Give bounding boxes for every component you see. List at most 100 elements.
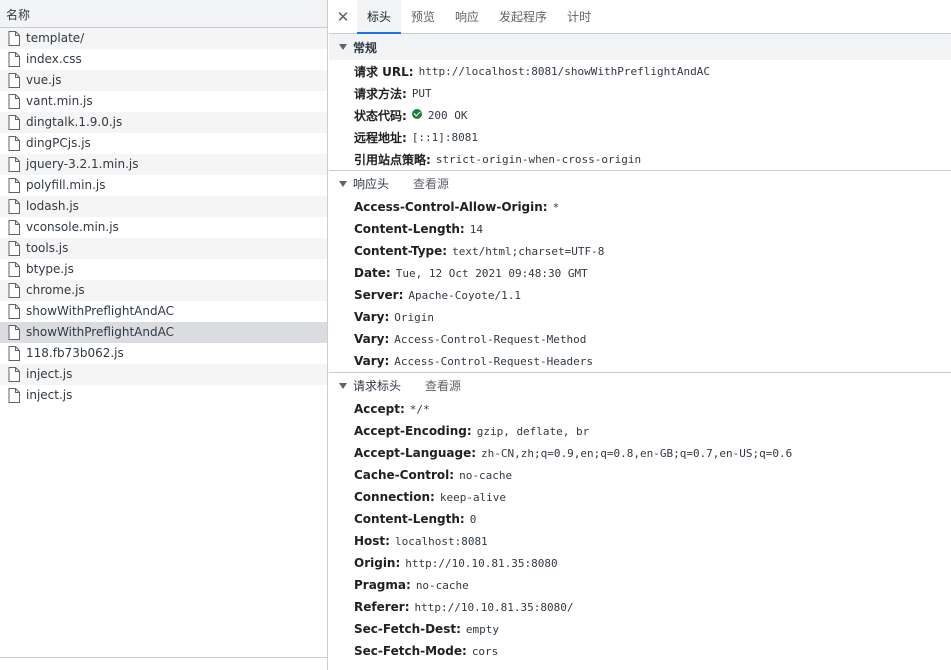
request-name: vue.js	[26, 73, 62, 87]
header-value[interactable]: Tue, 12 Oct 2021 09:48:30 GMT	[396, 267, 588, 280]
header-value[interactable]: [::1]:8081	[412, 131, 478, 144]
request-name: dingtalk.1.9.0.js	[26, 115, 123, 129]
request-row[interactable]: btype.js	[0, 259, 327, 280]
header-value[interactable]: http://10.10.81.35:8080	[405, 557, 557, 570]
request-row[interactable]: jquery-3.2.1.min.js	[0, 154, 327, 175]
response-headers-header[interactable]: 响应头 查看源	[329, 170, 951, 196]
request-list: template/index.css vue.js vant.min.js dingt…	[0, 28, 327, 406]
request-row[interactable]: lodash.js	[0, 196, 327, 217]
header-value[interactable]: Apache-Coyote/1.1	[408, 289, 521, 302]
header-value[interactable]: 200 OK	[428, 109, 468, 122]
header-value[interactable]: 0	[470, 513, 477, 526]
header-value[interactable]: keep-alive	[440, 491, 506, 504]
request-row[interactable]: index.css	[0, 49, 327, 70]
header-key: Cache-Control:	[354, 468, 455, 482]
tab-1[interactable]: 预览	[401, 0, 445, 33]
tab-0[interactable]: 标头	[357, 0, 402, 34]
header-value[interactable]: no-cache	[416, 579, 469, 592]
file-icon	[8, 283, 20, 298]
header-value[interactable]: 14	[470, 223, 483, 236]
file-icon	[8, 262, 20, 277]
header-value[interactable]: *	[553, 201, 560, 214]
request-name: vconsole.min.js	[26, 220, 119, 234]
collapse-triangle-icon[interactable]	[339, 382, 347, 389]
header-value[interactable]: empty	[466, 623, 499, 636]
header-value[interactable]: Access-Control-Request-Headers	[394, 355, 593, 368]
request-headers-header[interactable]: 请求标头 查看源	[329, 372, 951, 398]
header-key: Sec-Fetch-Dest:	[354, 622, 461, 636]
details-tabbar: ✕ 标头 预览 响应 发起程序 计时	[329, 0, 951, 34]
request-row[interactable]: vue.js	[0, 70, 327, 91]
header-value[interactable]: http://10.10.81.35:8080/	[415, 601, 574, 614]
check-circle-icon	[411, 109, 422, 119]
header-row: Vary: Access-Control-Request-Method	[329, 328, 951, 350]
request-row[interactable]: dingtalk.1.9.0.js	[0, 112, 327, 133]
request-row[interactable]: inject.js	[0, 385, 327, 406]
tab-4[interactable]: 计时	[557, 0, 601, 33]
file-icon	[8, 157, 20, 172]
header-value[interactable]: PUT	[412, 87, 432, 100]
request-row[interactable]: dingPCjs.js	[0, 133, 327, 154]
request-name: 118.fb73b062.js	[26, 346, 124, 360]
request-row[interactable]: 118.fb73b062.js	[0, 343, 327, 364]
file-icon	[8, 388, 20, 403]
header-key: Content-Length:	[354, 222, 465, 236]
name-column-header[interactable]: 名称	[0, 0, 327, 28]
request-name: showWithPreflightAndAC	[26, 304, 174, 318]
header-key: Accept-Language:	[354, 446, 477, 460]
request-row[interactable]: inject.js	[0, 364, 327, 385]
request-row[interactable]: showWithPreflightAndAC	[0, 301, 327, 322]
header-key: Vary:	[354, 354, 390, 368]
header-key: Vary:	[354, 310, 390, 324]
tab-3[interactable]: 发起程序	[489, 0, 557, 33]
header-row: Cache-Control: no-cache	[329, 464, 951, 486]
request-name: lodash.js	[26, 199, 79, 213]
section-title: 响应头	[353, 177, 390, 191]
request-row[interactable]: vant.min.js	[0, 91, 327, 112]
header-key: Host:	[354, 534, 390, 548]
request-row[interactable]: chrome.js	[0, 280, 327, 301]
request-header-rows: Accept: */* Accept-Encoding: gzip, deflate,…	[329, 398, 951, 662]
collapse-triangle-icon[interactable]	[339, 44, 347, 50]
header-value[interactable]: Access-Control-Request-Method	[394, 333, 586, 346]
header-key: 引用站点策略:	[354, 152, 431, 167]
header-value[interactable]: Origin	[394, 311, 434, 324]
file-icon	[8, 199, 20, 214]
request-list-panel: 名称 template/index.css vue.js vant.min.js di…	[0, 0, 328, 670]
request-name: vant.min.js	[26, 94, 93, 108]
header-row: Accept-Language: zh-CN,zh;q=0.9,en;q=0.8,…	[329, 442, 951, 464]
file-icon	[8, 346, 20, 361]
request-row[interactable]: vconsole.min.js	[0, 217, 327, 238]
close-icon[interactable]: ✕	[329, 0, 357, 33]
general-section-header[interactable]: 常规	[329, 34, 951, 60]
header-value[interactable]: text/html;charset=UTF-8	[452, 245, 604, 258]
request-row[interactable]: template/	[0, 28, 327, 49]
header-row: Date: Tue, 12 Oct 2021 09:48:30 GMT	[329, 262, 951, 284]
header-row: Pragma: no-cache	[329, 574, 951, 596]
view-source-link[interactable]: 查看源	[425, 377, 461, 394]
tab-2[interactable]: 响应	[445, 0, 489, 33]
header-key: Connection:	[354, 490, 435, 504]
header-key: Sec-Fetch-Mode:	[354, 644, 467, 658]
request-row[interactable]: polyfill.min.js	[0, 175, 327, 196]
header-value[interactable]: cors	[472, 645, 499, 658]
header-row: Vary: Origin	[329, 306, 951, 328]
header-value[interactable]: zh-CN,zh;q=0.9,en;q=0.8,en-GB;q=0.7,en-U…	[481, 447, 792, 460]
section-title: 常规	[353, 40, 378, 55]
collapse-triangle-icon[interactable]	[339, 180, 347, 187]
request-name: inject.js	[26, 388, 73, 402]
request-name: jquery-3.2.1.min.js	[26, 157, 139, 171]
header-value[interactable]: http://localhost:8081/showWithPreflightA…	[419, 65, 710, 78]
header-row: Access-Control-Allow-Origin: *	[329, 196, 951, 218]
header-value[interactable]: */*	[410, 403, 430, 416]
status-summary-bar	[0, 657, 327, 670]
header-value[interactable]: localhost:8081	[395, 535, 488, 548]
header-value[interactable]: no-cache	[459, 469, 512, 482]
request-name: showWithPreflightAndAC	[26, 325, 174, 339]
header-row: Connection: keep-alive	[329, 486, 951, 508]
view-source-link[interactable]: 查看源	[413, 175, 449, 192]
request-row[interactable]: tools.js	[0, 238, 327, 259]
header-value[interactable]: gzip, deflate, br	[477, 425, 590, 438]
request-row[interactable]: showWithPreflightAndAC	[0, 322, 327, 343]
header-value[interactable]: strict-origin-when-cross-origin	[436, 153, 641, 166]
